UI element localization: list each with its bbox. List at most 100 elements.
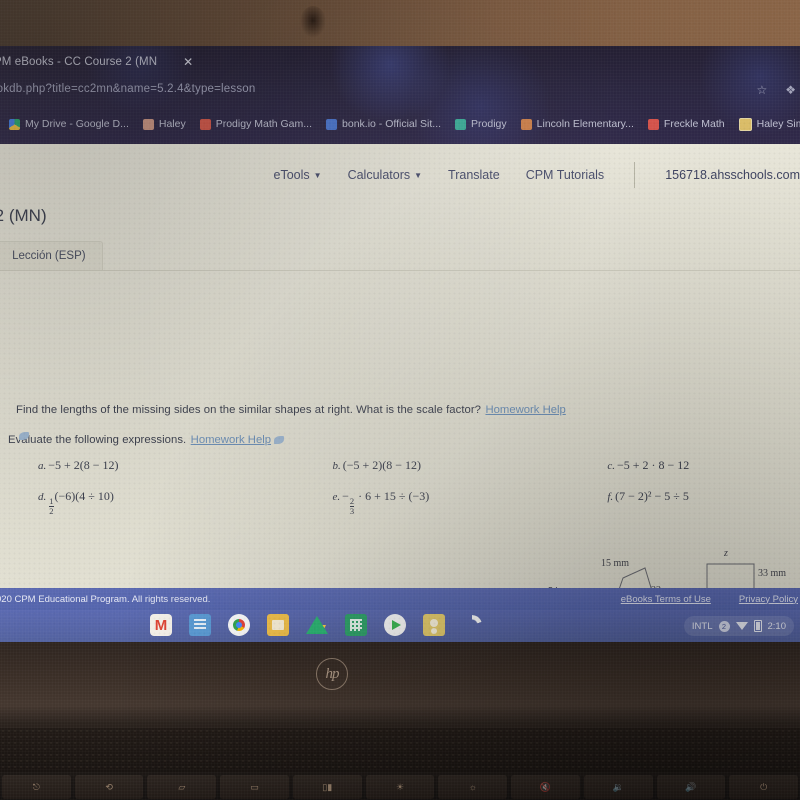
fraction-numerator: 2	[349, 495, 355, 506]
system-tray[interactable]: INTL 2 2:10	[683, 616, 794, 636]
key-back[interactable]: ⟲	[74, 775, 144, 799]
item-expression: −5 + 2(8 − 12)	[48, 458, 119, 472]
laptop-bezel: hp ⎋ ⟲ ▱ ▭ ▯▮ ☀ ☼ 🔇 🔉 🔊 ⏻	[0, 642, 800, 800]
gmail-icon[interactable]	[150, 614, 172, 636]
problem-item-d: d. 1 2 (−6)(4 ÷ 10)	[24, 489, 332, 516]
figure-label-33mm: 33 mm	[758, 568, 787, 579]
fraction-one-half: 12	[49, 495, 54, 516]
play-store-icon[interactable]	[384, 614, 406, 636]
browser-tab[interactable]: PM eBooks - CC Course 2 (MN ✕	[0, 48, 201, 76]
bookmark-freckle-math[interactable]: Freckle Math	[641, 118, 732, 130]
wifi-icon	[735, 622, 748, 630]
url-input[interactable]: ookdb.php?title=cc2mn&name=5.2.4&type=le…	[0, 83, 256, 95]
problem-row: d. 1 2 (−6)(4 ÷ 10) e. −2 3 · 6 + 15 ÷ (−3) f…	[24, 489, 784, 516]
omnibox-bar: ookdb.php?title=cc2mn&name=5.2.4&type=le…	[0, 78, 800, 108]
lincoln-icon	[520, 118, 532, 130]
figure-label-15mm: 15 mm	[601, 558, 630, 569]
problem-item-b: b. (−5 + 2)(8 − 12)	[332, 458, 607, 473]
bookmark-label: Haley	[158, 118, 186, 130]
bookmark-label: Prodigy Math Gam...	[215, 118, 313, 130]
nav-item-cpm-tutorials[interactable]: CPM Tutorials	[526, 168, 605, 182]
prodigy-icon	[199, 118, 211, 130]
key-mute[interactable]: 🔇	[511, 775, 580, 799]
hp-logo: hp	[316, 658, 348, 690]
key-overview[interactable]: ▯▮	[292, 775, 362, 799]
bookmark-label: Lincoln Elementary...	[536, 118, 634, 130]
tab-leccion-esp[interactable]: Lección (ESP)	[0, 241, 103, 270]
chevron-down-icon: ▼	[313, 171, 322, 180]
bookmark-label: Freckle Math	[663, 118, 725, 130]
nav-item-etools[interactable]: eTools ▼	[274, 168, 322, 182]
chevron-down-icon: ▼	[414, 171, 423, 180]
browser-tab-title: PM eBooks - CC Course 2 (MN	[0, 56, 158, 68]
browser-tab-strip: PM eBooks - CC Course 2 (MN ✕	[0, 46, 800, 76]
item-label: a.	[38, 460, 47, 472]
item-label: d.	[38, 491, 47, 503]
slides-icon[interactable]	[267, 614, 289, 636]
footer-link-privacy[interactable]: Privacy Policy	[739, 594, 798, 605]
drive-icon[interactable]	[306, 614, 328, 636]
lesson-tabs: NG) Lección (ESP)	[0, 240, 800, 271]
nav-item-translate[interactable]: Translate	[448, 168, 500, 182]
account-name[interactable]: 156718.ahsschools.com	[665, 168, 800, 182]
speaker-grille	[0, 728, 800, 772]
problem-1-items: a. −5 + 2(8 − 12) b. (−5 + 2)(8 − 12) c. −5…	[24, 458, 784, 532]
item-expression-prefix: −	[342, 489, 349, 503]
chrome-icon[interactable]	[228, 614, 250, 636]
clock: 2:10	[767, 620, 787, 632]
bookmark-haley-simonson[interactable]: Haley Simonso	[732, 117, 800, 131]
key-brightness-down[interactable]: ☀	[365, 775, 435, 799]
fraction-denominator: 2	[49, 505, 54, 516]
item-label: e.	[332, 491, 341, 503]
chromeos-shelf: INTL 2 2:10	[0, 610, 800, 642]
nav-item-calculators[interactable]: Calculators ▼	[348, 168, 422, 182]
key-escape[interactable]: ⎋	[2, 775, 71, 799]
bookmark-my-drive[interactable]: My Drive - Google D...	[2, 118, 136, 130]
item-expression: (−6)(4 ÷ 10)	[54, 489, 114, 503]
footer-link-terms[interactable]: eBooks Terms of Use	[621, 594, 711, 605]
similar-shapes-figure: 15 mm 54 mm 22 mm x original z 33 mm y 4…	[548, 546, 800, 588]
nav-label: Translate	[448, 168, 500, 182]
shapes-svg	[619, 563, 755, 588]
site-footer: 020 CPM Educational Program. All rights …	[0, 588, 800, 610]
key-fullscreen[interactable]: ▭	[220, 775, 289, 799]
bookmark-haley[interactable]: Haley	[136, 118, 193, 130]
item-expression: · 6 + 15 ÷ (−3)	[355, 489, 430, 503]
omnibox-actions: ☆ ❖	[756, 83, 796, 97]
freckle-icon	[647, 118, 659, 130]
item-label: f.	[607, 491, 614, 503]
problem-item-a: a. −5 + 2(8 − 12)	[24, 458, 332, 473]
extensions-puzzle-icon[interactable]: ❖	[785, 83, 796, 97]
key-volume-down[interactable]: 🔉	[583, 775, 653, 799]
nav-label: Calculators	[347, 168, 411, 182]
bookmark-bonkio[interactable]: bonk.io - Official Sit...	[319, 118, 448, 130]
bookmark-prodigy-math-game[interactable]: Prodigy Math Gam...	[193, 118, 319, 130]
bookmark-prodigy[interactable]: Prodigy	[448, 118, 514, 130]
copyright-text: 020 CPM Educational Program. All rights …	[0, 593, 211, 605]
battery-icon	[753, 620, 762, 632]
figure-label-z: z	[724, 548, 728, 559]
bookmarks-bar: My Drive - Google D... Haley Prodigy Mat…	[0, 110, 800, 138]
browser-chrome: PM eBooks - CC Course 2 (MN ✕ ookdb.php?…	[0, 46, 800, 144]
problem-item-e: e. −2 3 · 6 + 15 ÷ (−3)	[332, 489, 607, 516]
bookmark-lincoln-elementary[interactable]: Lincoln Elementary...	[514, 118, 641, 130]
key-forward[interactable]: ▱	[147, 775, 217, 799]
sheets-icon[interactable]	[345, 614, 367, 636]
homework-help-link-2[interactable]: Homework Help	[485, 404, 565, 416]
star-icon[interactable]: ☆	[756, 83, 767, 97]
close-icon[interactable]: ✕	[183, 55, 193, 69]
notification-count-badge: 2	[718, 620, 730, 632]
key-power[interactable]: ⏻	[729, 775, 799, 799]
item-expression: (−5 + 2)(8 − 12)	[342, 458, 422, 472]
key-volume-up[interactable]: 🔊	[656, 775, 726, 799]
docs-icon[interactable]	[189, 614, 211, 636]
bookmark-label: Haley Simonso	[756, 118, 800, 130]
contacts-icon[interactable]	[423, 614, 445, 636]
bookmark-label: Prodigy	[471, 118, 507, 130]
item-expression: (7 − 2)² − 5 ÷ 5	[615, 489, 689, 503]
bookmark-favicon	[142, 118, 154, 130]
fraction-numerator: 1	[49, 495, 54, 506]
site-navigation: eTools ▼ Calculators ▼ Translate CPM Tut…	[0, 154, 800, 196]
key-brightness-up[interactable]: ☼	[438, 775, 508, 799]
loading-spinner-icon	[462, 615, 482, 635]
